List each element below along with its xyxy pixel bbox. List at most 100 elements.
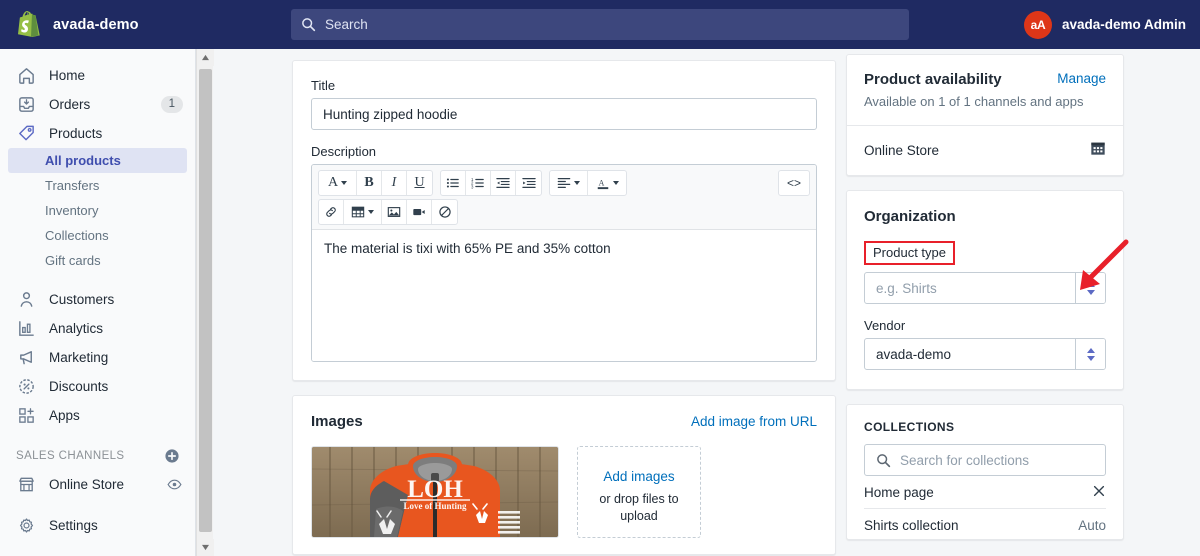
sales-channels-header: SALES CHANNELS	[0, 442, 195, 470]
product-title-input[interactable]: Hunting zipped hoodie	[311, 98, 817, 130]
nav-spacer-3	[0, 499, 195, 511]
eye-icon[interactable]	[165, 476, 183, 494]
bulleted-list-button[interactable]	[441, 171, 466, 195]
availability-channel-row[interactable]: Online Store	[847, 126, 1123, 175]
hoodie-product-image: LOH Love of Hunting	[312, 447, 558, 537]
indent-button[interactable]	[516, 171, 541, 195]
top-bar: avada-demo Search aA avada-demo Admin	[0, 0, 1200, 49]
insert-link-button[interactable]	[319, 200, 344, 224]
manage-link[interactable]: Manage	[1057, 71, 1106, 86]
clear-formatting-button[interactable]	[432, 200, 457, 224]
search-input[interactable]: Search	[291, 9, 909, 40]
plus-circle-icon[interactable]	[163, 447, 181, 465]
global-search[interactable]: Search	[291, 9, 909, 40]
product-type-input[interactable]: e.g. Shirts	[865, 273, 1075, 303]
description-editor: A B I U 1 2 3 A <> The material is tixi …	[311, 164, 817, 362]
nav-spacer-2	[0, 430, 195, 442]
shopify-bag-icon	[18, 11, 40, 37]
dropzone-hint-line1: or drop files to	[599, 492, 679, 506]
customer-person-icon	[16, 290, 36, 310]
insert-image-button[interactable]	[382, 200, 407, 224]
user-menu[interactable]: aA avada-demo Admin	[1023, 0, 1186, 49]
sidebar-item-label: Analytics	[49, 321, 104, 336]
sidebar-item-gift-cards[interactable]: Gift cards	[8, 248, 187, 273]
caret-up-icon[interactable]	[197, 49, 214, 66]
sidebar-subitem-label: Transfers	[45, 178, 100, 193]
italic-glyph: I	[391, 175, 397, 190]
storefront-icon	[16, 475, 36, 495]
sidebar-item-products[interactable]: Products	[0, 119, 195, 148]
sidebar-item-transfers[interactable]: Transfers	[8, 173, 187, 198]
discount-percent-icon	[16, 377, 36, 397]
product-details-card: Title Hunting zipped hoodie Description …	[292, 60, 836, 381]
code-group: <>	[778, 170, 810, 196]
calendar-icon[interactable]	[1090, 140, 1106, 161]
sidebar-item-collections[interactable]: Collections	[8, 223, 187, 248]
sidebar-item-label: Discounts	[49, 379, 109, 394]
search-icon	[302, 18, 316, 32]
sidebar-item-orders[interactable]: Orders 1	[0, 90, 195, 119]
vendor-select[interactable]: avada-demo	[864, 338, 1106, 370]
sidebar-item-settings[interactable]: Settings	[0, 511, 195, 540]
image-dropzone[interactable]: Add images or drop files to upload	[577, 446, 701, 538]
sidebar-item-discounts[interactable]: Discounts	[0, 372, 195, 401]
sidebar-item-marketing[interactable]: Marketing	[0, 343, 195, 372]
caret-down-icon	[1086, 355, 1095, 361]
chevron-down-icon	[612, 181, 619, 185]
italic-button[interactable]: I	[382, 171, 407, 195]
description-text-area[interactable]: The material is tixi with 65% PE and 35%…	[312, 230, 816, 361]
sidebar-item-label: Online Store	[49, 477, 125, 492]
product-type-select[interactable]: e.g. Shirts	[864, 272, 1106, 304]
vendor-input[interactable]: avada-demo	[865, 339, 1075, 369]
add-image-from-url-link[interactable]: Add image from URL	[691, 414, 817, 429]
sidebar-item-analytics[interactable]: Analytics	[0, 314, 195, 343]
underline-button[interactable]: U	[407, 171, 432, 195]
collection-row: Shirts collection Auto	[864, 509, 1106, 539]
sidebar-subitem-label: Gift cards	[45, 253, 101, 268]
sidebar-item-online-store[interactable]: Online Store	[0, 470, 195, 499]
align-color-group: A	[549, 170, 627, 196]
brand-area[interactable]: avada-demo	[0, 11, 215, 38]
collection-name: Home page	[864, 484, 934, 500]
numbered-list-button[interactable]: 123	[466, 171, 491, 195]
product-type-highlight: Product type	[864, 241, 955, 265]
add-images-link[interactable]: Add images	[603, 469, 674, 484]
font-family-button[interactable]: A	[319, 171, 357, 195]
secondary-column: Product availability Manage Available on…	[846, 54, 1124, 540]
organization-card: Organization Product type e.g. Shirts Ve…	[846, 190, 1124, 390]
caret-up-icon	[1086, 347, 1095, 353]
gear-icon	[16, 516, 36, 536]
sidebar-scrollbar[interactable]	[196, 49, 214, 556]
sidebar-item-customers[interactable]: Customers	[0, 285, 195, 314]
vendor-stepper[interactable]	[1075, 339, 1105, 369]
chevron-down-icon	[368, 210, 374, 214]
main-content: Title Hunting zipped hoodie Description …	[214, 49, 1200, 556]
chevron-down-icon	[341, 181, 348, 185]
text-color-button[interactable]: A	[588, 171, 626, 195]
sidebar-item-label: Home	[49, 68, 86, 83]
collection-auto-badge: Auto	[1078, 518, 1106, 533]
svg-text:Love of Hunting: Love of Hunting	[403, 501, 467, 511]
collections-search-input[interactable]: Search for collections	[864, 444, 1106, 476]
sidebar-nav: Home Orders 1 Products All products Tran…	[0, 49, 196, 556]
align-button[interactable]	[550, 171, 588, 195]
sidebar-item-all-products[interactable]: All products	[8, 148, 187, 173]
bold-button[interactable]: B	[357, 171, 382, 195]
availability-subtitle: Available on 1 of 1 channels and apps	[864, 94, 1084, 109]
caret-down-icon[interactable]	[197, 539, 214, 556]
insert-table-button[interactable]	[344, 200, 382, 224]
outdent-button[interactable]	[491, 171, 516, 195]
insert-video-button[interactable]	[407, 200, 432, 224]
close-x-icon[interactable]	[1092, 484, 1106, 501]
sidebar-item-apps[interactable]: Apps	[0, 401, 195, 430]
scrollbar-thumb[interactable]	[199, 69, 212, 532]
html-code-button[interactable]: <>	[779, 171, 809, 195]
collections-search-placeholder: Search for collections	[900, 452, 1030, 468]
sidebar-item-inventory[interactable]: Inventory	[8, 198, 187, 223]
channel-name: Online Store	[864, 143, 940, 158]
sidebar-item-home[interactable]: Home	[0, 61, 195, 90]
caret-down-icon	[1086, 289, 1095, 295]
product-image-thumbnail[interactable]: LOH Love of Hunting	[311, 446, 559, 538]
product-type-stepper[interactable]	[1075, 273, 1105, 303]
sidebar-item-label: Orders	[49, 97, 91, 112]
